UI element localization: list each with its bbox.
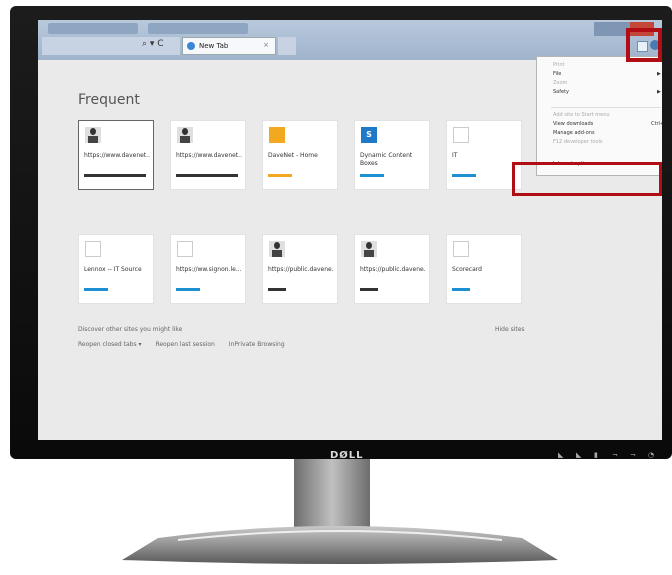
tile-color-bar (176, 174, 238, 177)
tab-label: New Tab (199, 42, 229, 50)
tile-label: https://www.davenet... (176, 152, 242, 159)
shortcut-label: Ctrl+J (651, 121, 662, 127)
reopen-last-session-link[interactable]: Reopen last session (155, 341, 214, 348)
frequent-site-tile[interactable]: https://public.davene... (262, 234, 338, 304)
page-title: Frequent (78, 92, 140, 108)
menu-divider (551, 107, 661, 108)
monitor-button[interactable]: ¬ (630, 451, 636, 459)
tile-label: https://public.davene... (268, 266, 334, 273)
close-tab-icon[interactable]: × (263, 41, 269, 49)
tile-label: Scorecard (452, 266, 482, 273)
menu-item-view-downloads[interactable]: View downloadsCtrl+J (553, 120, 662, 129)
person-avatar-icon (361, 241, 377, 257)
tile-label: Dynamic Content Boxes (360, 152, 413, 167)
person-avatar-icon (177, 127, 193, 143)
tile-label: https://www.davenet... (84, 152, 150, 159)
tile-color-bar (84, 288, 108, 291)
background-tab[interactable] (48, 23, 138, 34)
blank-page-icon (453, 127, 469, 143)
tools-menu: Print File ▶ Zoom Safety ▶ Add site to Sta… (536, 56, 662, 176)
ie-logo-icon (187, 42, 195, 50)
highlight-tools-button (626, 28, 662, 62)
monitor-button[interactable]: ▮ (594, 451, 598, 459)
tile-color-bar (268, 288, 286, 291)
address-bar-controls[interactable]: ⌕ ▾ C (142, 39, 164, 49)
menu-item-safety[interactable]: Safety ▶ (553, 88, 661, 97)
discover-sites-link[interactable]: Discover other sites you might like (78, 326, 182, 333)
frequent-site-tile[interactable]: Lennox -- IT Source (78, 234, 154, 304)
reopen-links: Reopen closed tabs ▾ Reopen last session… (78, 341, 297, 348)
tile-color-bar (176, 288, 200, 291)
highlight-internet-options (512, 162, 662, 196)
monitor-button[interactable]: ¬ (612, 451, 618, 459)
menu-item-zoom[interactable]: Zoom (553, 79, 567, 88)
hide-sites-link[interactable]: Hide sites (495, 326, 525, 333)
frequent-site-tile[interactable]: https://www.davenet... (170, 120, 246, 190)
person-avatar-icon (85, 127, 101, 143)
menu-item-f12-developer-tools[interactable]: F12 developer tools (553, 138, 603, 147)
frequent-site-tile[interactable]: Scorecard (446, 234, 522, 304)
reopen-closed-tabs-link[interactable]: Reopen closed tabs ▾ (78, 341, 142, 348)
tile-color-bar (84, 174, 146, 177)
tile-label: DaveNet - Home (268, 152, 318, 159)
menu-item-add-site-to-start-menu[interactable]: Add site to Start menu (553, 111, 610, 120)
frequent-site-tile[interactable]: https://www.davenet... (78, 120, 154, 190)
browser-chrome: ⌕ ▾ C New Tab × (38, 20, 662, 60)
blank-page-icon (177, 241, 193, 257)
monitor-stand-base (122, 526, 558, 564)
menu-item-manage-add-ons[interactable]: Manage add-ons (553, 129, 595, 138)
person-avatar-icon (269, 241, 285, 257)
sharepoint-icon: S (361, 127, 377, 143)
new-tab-button[interactable] (278, 37, 296, 55)
background-tab[interactable] (148, 23, 248, 34)
tile-color-bar (452, 174, 476, 177)
frequent-site-tile[interactable]: IT (446, 120, 522, 190)
frequent-site-tile[interactable]: S Dynamic Content Boxes (354, 120, 430, 190)
chevron-right-icon: ▶ (657, 89, 661, 95)
browser-window: ⌕ ▾ C New Tab × Frequent https://www.dav… (38, 20, 662, 440)
inprivate-browsing-link[interactable]: InPrivate Browsing (229, 341, 285, 348)
menu-item-file[interactable]: File ▶ (553, 70, 661, 79)
davenet-logo-icon (269, 127, 285, 143)
monitor-button[interactable]: ◣ (558, 451, 563, 459)
tile-label: https://ww.signon.le... (176, 266, 242, 273)
tile-label: Lennox -- IT Source (84, 266, 142, 273)
frequent-site-tile[interactable]: https://public.davene... (354, 234, 430, 304)
menu-item-print[interactable]: Print (553, 61, 565, 70)
tab-new-tab[interactable]: New Tab × (182, 37, 276, 55)
frequent-site-tile[interactable]: https://ww.signon.le... (170, 234, 246, 304)
tile-color-bar (452, 288, 470, 291)
tile-color-bar (268, 174, 292, 177)
power-icon[interactable]: ◔ (648, 451, 654, 459)
blank-page-icon (453, 241, 469, 257)
monitor-button[interactable]: ◣ (576, 451, 581, 459)
chevron-right-icon: ▶ (657, 71, 661, 77)
tile-label: IT (452, 152, 458, 159)
monitor-bezel: ⌕ ▾ C New Tab × Frequent https://www.dav… (10, 6, 672, 461)
blank-page-icon (85, 241, 101, 257)
tile-color-bar (360, 288, 378, 291)
tile-label: https://public.davene... (360, 266, 426, 273)
frequent-site-tile[interactable]: DaveNet - Home (262, 120, 338, 190)
tile-color-bar (360, 174, 384, 177)
